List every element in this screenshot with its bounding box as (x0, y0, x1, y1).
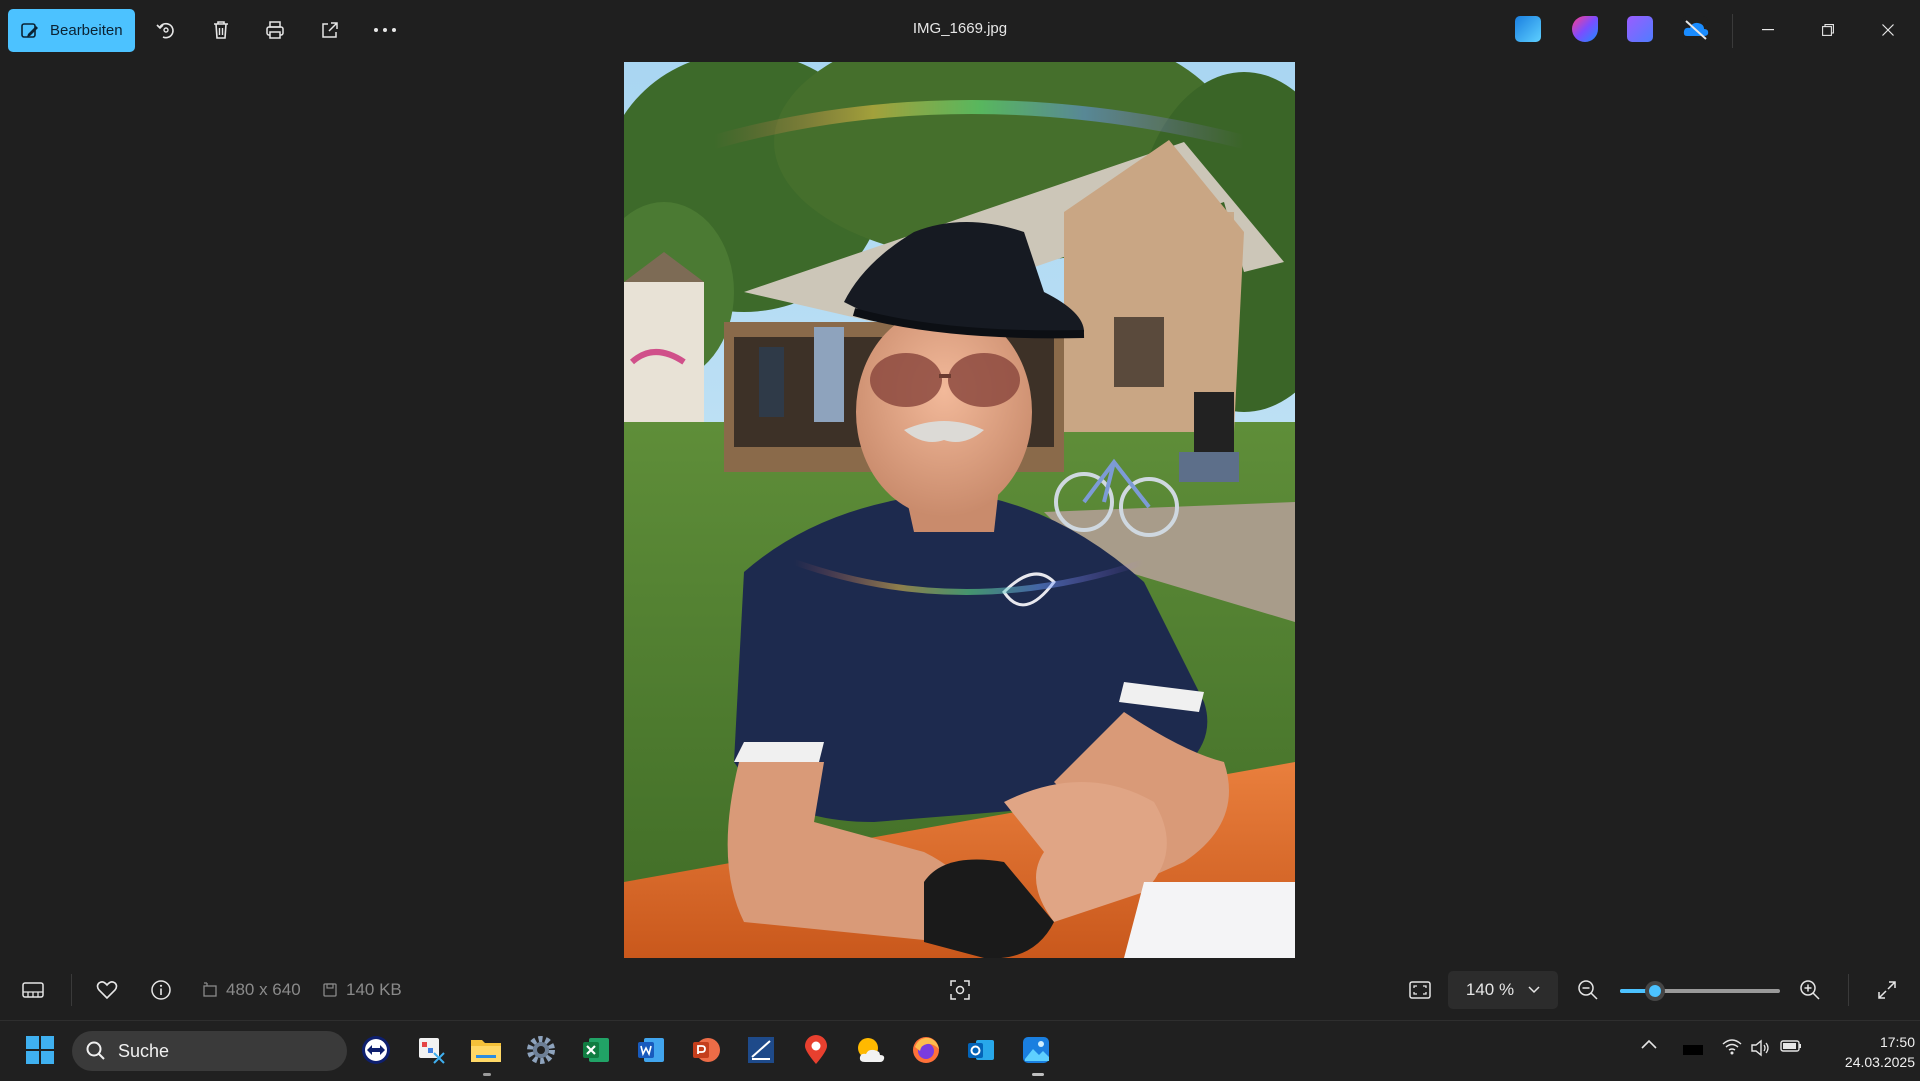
info-icon[interactable] (147, 976, 175, 1004)
photos-running-indicator (1032, 1073, 1044, 1076)
zoom-out-icon[interactable] (1574, 976, 1602, 1004)
photo-image (624, 62, 1295, 958)
show-hidden-icons-chevron-icon[interactable] (1641, 1039, 1657, 1049)
clipchamp-icon[interactable] (1627, 16, 1653, 42)
teamviewer-icon[interactable] (359, 1033, 393, 1067)
file-title: IMG_1669.jpg (912, 20, 1008, 37)
image-dimensions: 480 x 640 (202, 980, 301, 1000)
edit-button-label: Bearbeiten (50, 22, 123, 39)
pdf-editor-icon[interactable] (744, 1033, 778, 1067)
volume-icon[interactable] (1750, 1039, 1770, 1057)
word-icon[interactable] (634, 1033, 668, 1067)
zoom-level-dropdown[interactable]: 140 % (1448, 971, 1558, 1009)
fit-to-window-icon[interactable] (1406, 976, 1434, 1004)
snipping-tool-icon[interactable] (414, 1033, 448, 1067)
file-explorer-icon[interactable] (469, 1033, 503, 1067)
photos-app-icon[interactable] (1019, 1033, 1053, 1067)
save-disk-icon (322, 982, 338, 998)
close-icon[interactable] (1868, 15, 1908, 45)
firefox-icon[interactable] (909, 1033, 943, 1067)
file-size-text: 140 KB (346, 980, 402, 999)
delete-icon[interactable] (206, 15, 236, 45)
taskbar-clock[interactable]: 17:50 24.03.2025 (1815, 1032, 1915, 1072)
filmstrip-icon[interactable] (19, 976, 47, 1004)
dimensions-icon (202, 982, 218, 998)
wifi-icon[interactable] (1722, 1039, 1742, 1055)
bottombar-separator-right (1848, 974, 1849, 1006)
restore-icon[interactable] (1808, 15, 1848, 45)
edit-image-icon (20, 21, 40, 41)
photo-canvas[interactable] (624, 62, 1295, 958)
outlook-icon[interactable] (964, 1033, 998, 1067)
photos-editor-icon[interactable] (1515, 16, 1541, 42)
minimize-icon[interactable] (1748, 15, 1788, 45)
clock-time: 17:50 (1879, 1034, 1915, 1050)
fullscreen-expand-icon[interactable] (1873, 976, 1901, 1004)
print-icon[interactable] (260, 15, 290, 45)
onedrive-offline-icon[interactable] (1682, 16, 1709, 42)
zoom-level-value: 140 % (1465, 980, 1515, 999)
windows-start-icon[interactable] (23, 1033, 57, 1067)
chevron-down-icon (1528, 986, 1540, 994)
excel-icon[interactable] (579, 1033, 613, 1067)
clock-date: 24.03.2025 (1844, 1054, 1915, 1070)
weather-icon[interactable] (854, 1033, 888, 1067)
photos-toolbar: Bearbeiten IMG_1669.jpg (0, 0, 1920, 60)
zoom-slider-thumb[interactable] (1645, 981, 1666, 1001)
explorer-running-indicator (483, 1073, 491, 1076)
battery-charging-icon[interactable] (1780, 1039, 1802, 1053)
file-size: 140 KB (322, 980, 402, 1000)
copilot-icon[interactable] (1572, 16, 1598, 42)
dimensions-text: 480 x 640 (226, 980, 301, 999)
settings-gear-icon[interactable] (524, 1033, 558, 1067)
windows-taskbar: Suche 17:50 24.03.2025 (0, 1020, 1920, 1081)
edit-button[interactable]: Bearbeiten (8, 9, 135, 52)
bottombar-separator (71, 974, 72, 1006)
zoom-in-icon[interactable] (1796, 976, 1824, 1004)
search-icon (86, 1041, 106, 1061)
keyboard-layout-icon[interactable] (1683, 1045, 1703, 1055)
favorite-heart-icon[interactable] (93, 976, 121, 1004)
rotate-icon[interactable] (151, 15, 181, 45)
maps-pin-icon[interactable] (799, 1033, 833, 1067)
more-options-icon[interactable] (370, 15, 400, 45)
visual-search-icon[interactable] (946, 976, 974, 1004)
zoom-slider[interactable] (1620, 981, 1780, 1001)
search-placeholder: Suche (118, 1040, 170, 1061)
taskbar-search-box[interactable]: Suche (72, 1031, 347, 1071)
powerpoint-icon[interactable] (689, 1033, 723, 1067)
toolbar-separator (1732, 14, 1733, 48)
photo-bottom-bar: 480 x 640 140 KB 140 % (0, 962, 1920, 1018)
share-icon[interactable] (315, 15, 345, 45)
